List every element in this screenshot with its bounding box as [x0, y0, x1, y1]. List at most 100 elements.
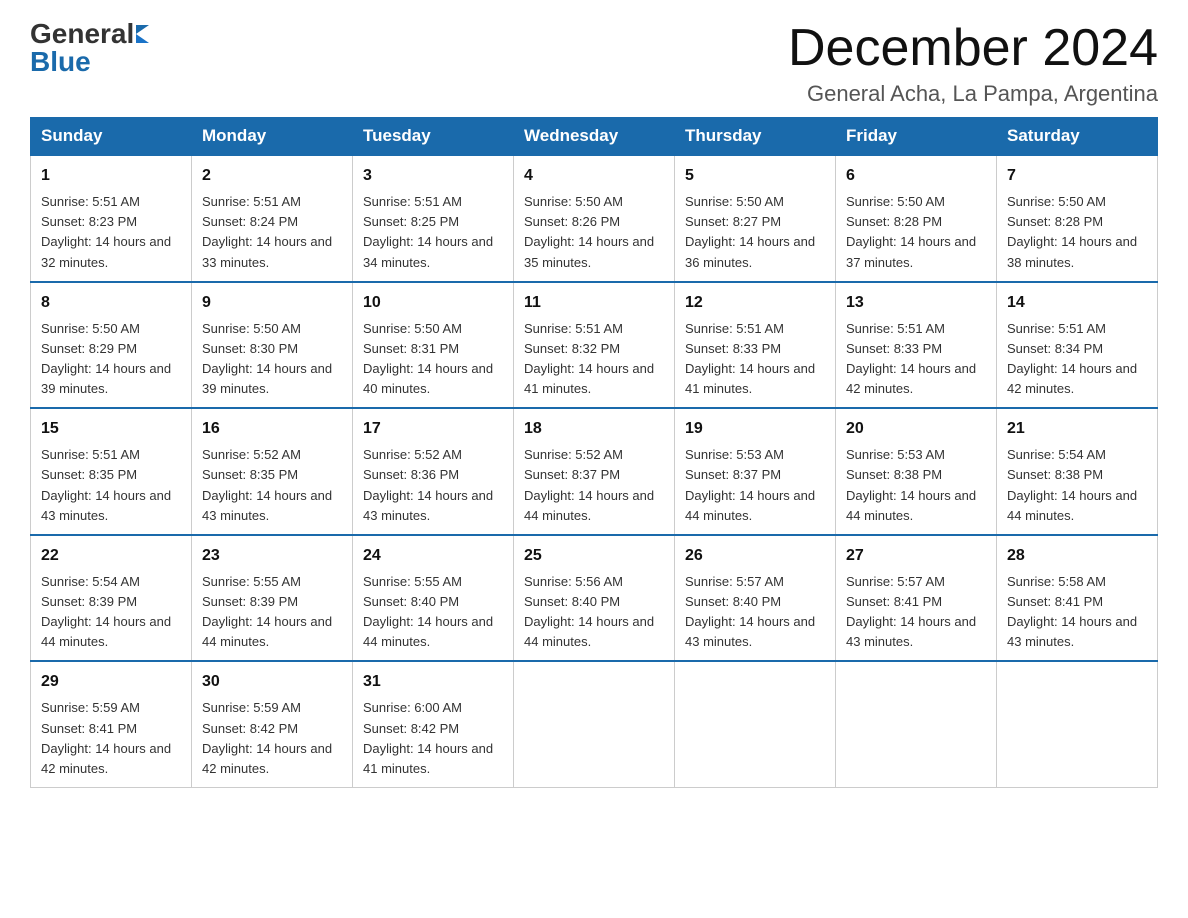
- day-info: Sunrise: 5:50 AMSunset: 8:26 PMDaylight:…: [524, 192, 664, 273]
- calendar-cell: 11 Sunrise: 5:51 AMSunset: 8:32 PMDayligh…: [514, 282, 675, 409]
- calendar-cell: 9Sunrise: 5:50 AMSunset: 8:30 PMDaylight…: [192, 282, 353, 409]
- calendar-cell: 5 Sunrise: 5:50 AMSunset: 8:27 PMDaylight…: [675, 155, 836, 282]
- day-info: Sunrise: 5:51 AMSunset: 8:24 PMDaylight:…: [202, 192, 342, 273]
- day-info: Sunrise: 5:51 AMSunset: 8:23 PMDaylight:…: [41, 192, 181, 273]
- page-title: December 2024: [788, 20, 1158, 77]
- calendar-cell: 17 Sunrise: 5:52 AMSunset: 8:36 PMDayligh…: [353, 408, 514, 535]
- day-info: Sunrise: 5:50 AMSunset: 8:27 PMDaylight:…: [685, 192, 825, 273]
- day-info: Sunrise: 5:54 AMSunset: 8:38 PMDaylight:…: [1007, 445, 1147, 526]
- day-number: 15: [41, 417, 181, 441]
- day-info: Sunrise: 5:59 AMSunset: 8:41 PMDaylight:…: [41, 698, 181, 779]
- calendar-cell: [997, 661, 1158, 787]
- day-number: 30: [202, 670, 342, 694]
- day-number: 29: [41, 670, 181, 694]
- calendar-cell: 3 Sunrise: 5:51 AMSunset: 8:25 PMDaylight…: [353, 155, 514, 282]
- logo: General Blue: [30, 20, 149, 76]
- calendar-cell: 25 Sunrise: 5:56 AMSunset: 8:40 PMDayligh…: [514, 535, 675, 662]
- calendar-cell: 1 Sunrise: 5:51 AMSunset: 8:23 PMDaylight…: [31, 155, 192, 282]
- calendar-week-row: 1 Sunrise: 5:51 AMSunset: 8:23 PMDaylight…: [31, 155, 1158, 282]
- day-info: Sunrise: 5:53 AMSunset: 8:38 PMDaylight:…: [846, 445, 986, 526]
- calendar-cell: 2 Sunrise: 5:51 AMSunset: 8:24 PMDaylight…: [192, 155, 353, 282]
- calendar-body: 1 Sunrise: 5:51 AMSunset: 8:23 PMDaylight…: [31, 155, 1158, 787]
- logo-blue-text: Blue: [30, 48, 91, 76]
- day-info: Sunrise: 5:57 AMSunset: 8:40 PMDaylight:…: [685, 572, 825, 653]
- day-number: 8: [41, 291, 181, 315]
- calendar-week-row: 29 Sunrise: 5:59 AMSunset: 8:41 PMDayligh…: [31, 661, 1158, 787]
- calendar-cell: 24 Sunrise: 5:55 AMSunset: 8:40 PMDayligh…: [353, 535, 514, 662]
- calendar-week-row: 15 Sunrise: 5:51 AMSunset: 8:35 PMDayligh…: [31, 408, 1158, 535]
- header: General Blue December 2024 General Acha,…: [30, 20, 1158, 107]
- calendar-week-row: 8 Sunrise: 5:50 AMSunset: 8:29 PMDaylight…: [31, 282, 1158, 409]
- page-subtitle: General Acha, La Pampa, Argentina: [788, 81, 1158, 107]
- day-info: Sunrise: 5:59 AMSunset: 8:42 PMDaylight:…: [202, 698, 342, 779]
- day-number: 28: [1007, 544, 1147, 568]
- day-info: Sunrise: 5:52 AMSunset: 8:36 PMDaylight:…: [363, 445, 503, 526]
- day-number: 6: [846, 164, 986, 188]
- day-info: Sunrise: 5:51 AMSunset: 8:33 PMDaylight:…: [846, 319, 986, 400]
- day-info: Sunrise: 5:50 AMSunset: 8:29 PMDaylight:…: [41, 319, 181, 400]
- title-block: December 2024 General Acha, La Pampa, Ar…: [788, 20, 1158, 107]
- day-info: Sunrise: 5:51 AMSunset: 8:35 PMDaylight:…: [41, 445, 181, 526]
- calendar-cell: 27 Sunrise: 5:57 AMSunset: 8:41 PMDayligh…: [836, 535, 997, 662]
- day-info: Sunrise: 5:56 AMSunset: 8:40 PMDaylight:…: [524, 572, 664, 653]
- calendar-cell: 10Sunrise: 5:50 AMSunset: 8:31 PMDayligh…: [353, 282, 514, 409]
- day-number: 21: [1007, 417, 1147, 441]
- day-info: Sunrise: 5:57 AMSunset: 8:41 PMDaylight:…: [846, 572, 986, 653]
- day-info: Sunrise: 5:51 AMSunset: 8:34 PMDaylight:…: [1007, 319, 1147, 400]
- day-number: 16: [202, 417, 342, 441]
- day-info: Sunrise: 5:52 AMSunset: 8:37 PMDaylight:…: [524, 445, 664, 526]
- day-number: 23: [202, 544, 342, 568]
- calendar-cell: 18 Sunrise: 5:52 AMSunset: 8:37 PMDayligh…: [514, 408, 675, 535]
- day-info: Sunrise: 5:58 AMSunset: 8:41 PMDaylight:…: [1007, 572, 1147, 653]
- day-number: 26: [685, 544, 825, 568]
- day-info: Sunrise: 5:51 AMSunset: 8:32 PMDaylight:…: [524, 319, 664, 400]
- day-number: 17: [363, 417, 503, 441]
- logo-arrow-icon: [136, 25, 149, 43]
- calendar-header-sunday: Sunday: [31, 118, 192, 156]
- calendar-cell: 6 Sunrise: 5:50 AMSunset: 8:28 PMDaylight…: [836, 155, 997, 282]
- day-number: 24: [363, 544, 503, 568]
- day-number: 31: [363, 670, 503, 694]
- calendar-cell: 30 Sunrise: 5:59 AMSunset: 8:42 PMDayligh…: [192, 661, 353, 787]
- calendar-cell: [514, 661, 675, 787]
- day-number: 4: [524, 164, 664, 188]
- calendar-cell: 12Sunrise: 5:51 AMSunset: 8:33 PMDayligh…: [675, 282, 836, 409]
- day-info: Sunrise: 5:51 AMSunset: 8:25 PMDaylight:…: [363, 192, 503, 273]
- day-number: 18: [524, 417, 664, 441]
- day-info: Sunrise: 5:54 AMSunset: 8:39 PMDaylight:…: [41, 572, 181, 653]
- calendar-cell: 20 Sunrise: 5:53 AMSunset: 8:38 PMDayligh…: [836, 408, 997, 535]
- day-number: 7: [1007, 164, 1147, 188]
- calendar-cell: 4 Sunrise: 5:50 AMSunset: 8:26 PMDaylight…: [514, 155, 675, 282]
- calendar-cell: 13 Sunrise: 5:51 AMSunset: 8:33 PMDayligh…: [836, 282, 997, 409]
- day-number: 1: [41, 164, 181, 188]
- calendar-cell: 7Sunrise: 5:50 AMSunset: 8:28 PMDaylight…: [997, 155, 1158, 282]
- day-number: 27: [846, 544, 986, 568]
- day-info: Sunrise: 5:50 AMSunset: 8:28 PMDaylight:…: [846, 192, 986, 273]
- day-info: Sunrise: 5:52 AMSunset: 8:35 PMDaylight:…: [202, 445, 342, 526]
- calendar-cell: [836, 661, 997, 787]
- calendar-cell: 14Sunrise: 5:51 AMSunset: 8:34 PMDayligh…: [997, 282, 1158, 409]
- day-info: Sunrise: 5:50 AMSunset: 8:31 PMDaylight:…: [363, 319, 503, 400]
- day-number: 3: [363, 164, 503, 188]
- calendar-cell: 21 Sunrise: 5:54 AMSunset: 8:38 PMDayligh…: [997, 408, 1158, 535]
- day-info: Sunrise: 5:55 AMSunset: 8:39 PMDaylight:…: [202, 572, 342, 653]
- day-number: 5: [685, 164, 825, 188]
- day-number: 2: [202, 164, 342, 188]
- day-info: Sunrise: 5:51 AMSunset: 8:33 PMDaylight:…: [685, 319, 825, 400]
- day-number: 22: [41, 544, 181, 568]
- day-number: 13: [846, 291, 986, 315]
- calendar-cell: 19 Sunrise: 5:53 AMSunset: 8:37 PMDayligh…: [675, 408, 836, 535]
- day-number: 25: [524, 544, 664, 568]
- day-info: Sunrise: 5:55 AMSunset: 8:40 PMDaylight:…: [363, 572, 503, 653]
- day-number: 20: [846, 417, 986, 441]
- calendar-header-monday: Monday: [192, 118, 353, 156]
- day-info: Sunrise: 5:53 AMSunset: 8:37 PMDaylight:…: [685, 445, 825, 526]
- calendar-table: SundayMondayTuesdayWednesdayThursdayFrid…: [30, 117, 1158, 788]
- day-info: Sunrise: 6:00 AMSunset: 8:42 PMDaylight:…: [363, 698, 503, 779]
- day-number: 19: [685, 417, 825, 441]
- calendar-cell: 15 Sunrise: 5:51 AMSunset: 8:35 PMDayligh…: [31, 408, 192, 535]
- calendar-cell: [675, 661, 836, 787]
- calendar-cell: 16 Sunrise: 5:52 AMSunset: 8:35 PMDayligh…: [192, 408, 353, 535]
- day-number: 11: [524, 291, 664, 315]
- day-number: 9: [202, 291, 342, 315]
